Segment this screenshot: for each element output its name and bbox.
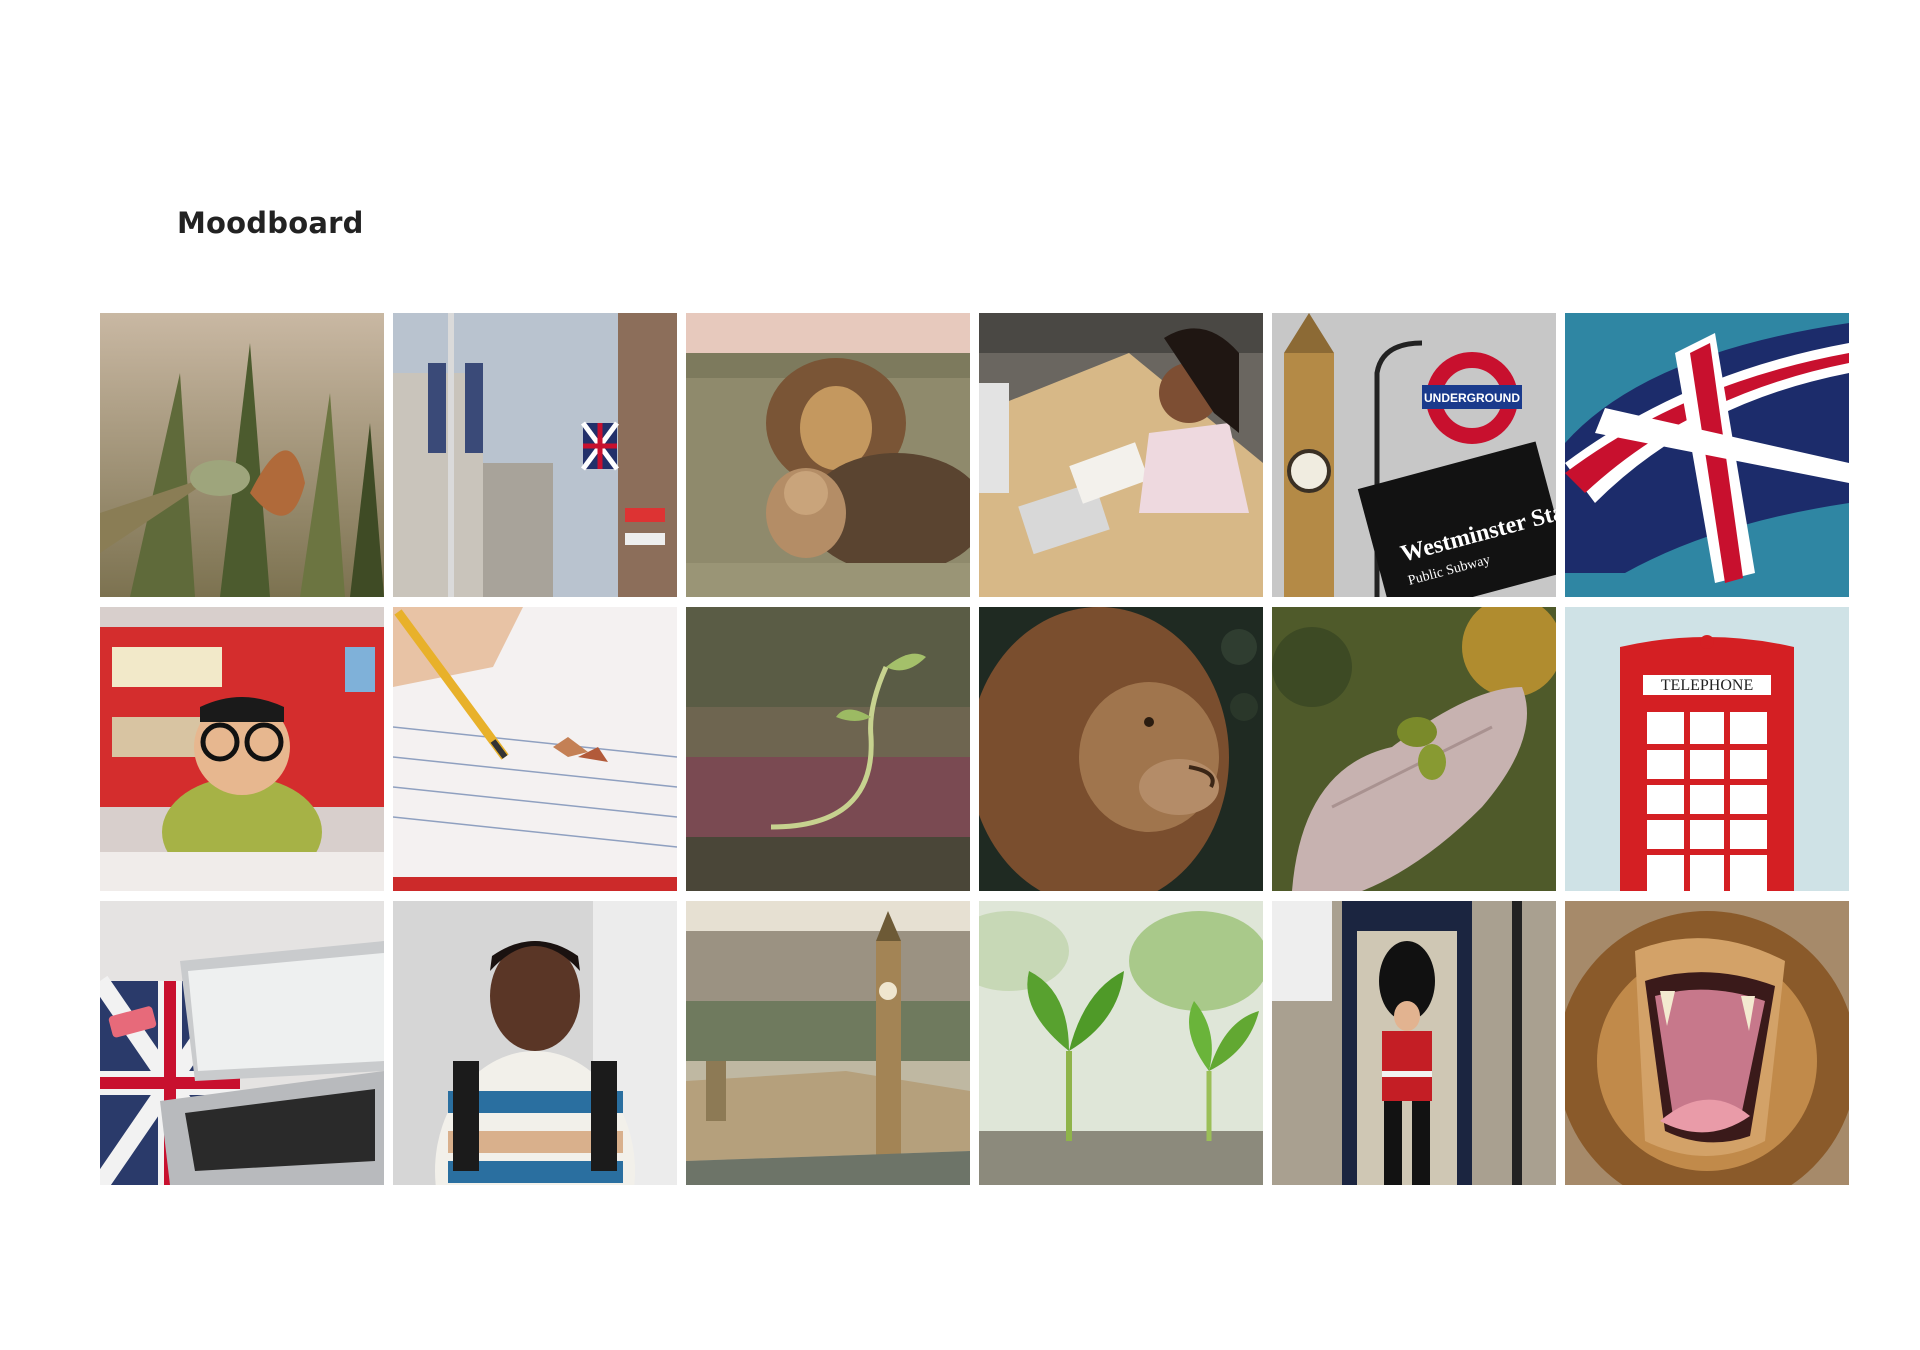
queens-guard-photo[interactable] xyxy=(1272,901,1556,1185)
boy-with-glasses-photo[interactable] xyxy=(100,607,384,891)
roaring-lion-photo[interactable] xyxy=(1565,901,1849,1185)
plant-bud-photo[interactable] xyxy=(100,313,384,597)
lion-profile-photo[interactable] xyxy=(979,607,1263,891)
lion-with-cub-photo[interactable] xyxy=(686,313,970,597)
green-seedlings-photo[interactable] xyxy=(979,901,1263,1185)
page-title: Moodboard xyxy=(177,206,364,240)
seedling-sprout-photo[interactable] xyxy=(686,607,970,891)
smiling-boy-with-backpack-photo[interactable] xyxy=(393,901,677,1185)
red-telephone-box-photo[interactable]: TELEPHONE xyxy=(1565,607,1849,891)
telephone-sign-text: TELEPHONE xyxy=(1661,677,1753,694)
pencil-writing-photo[interactable] xyxy=(393,607,677,891)
laptop-on-union-jack-cushion-photo[interactable] xyxy=(100,901,384,1185)
moodboard-grid: UNDERGROUND Westminster Stati Public Sub… xyxy=(100,313,1854,1185)
london-street-flags-photo[interactable] xyxy=(393,313,677,597)
union-jack-flag-photo[interactable] xyxy=(1565,313,1849,597)
hand-with-acorns-photo[interactable] xyxy=(1272,607,1556,891)
big-ben-underground-sign-photo[interactable]: UNDERGROUND Westminster Stati Public Sub… xyxy=(1272,313,1556,597)
westminster-aerial-photo[interactable] xyxy=(686,901,970,1185)
girl-at-desk-photo[interactable] xyxy=(979,313,1263,597)
underground-roundel-text: UNDERGROUND xyxy=(1424,391,1520,405)
